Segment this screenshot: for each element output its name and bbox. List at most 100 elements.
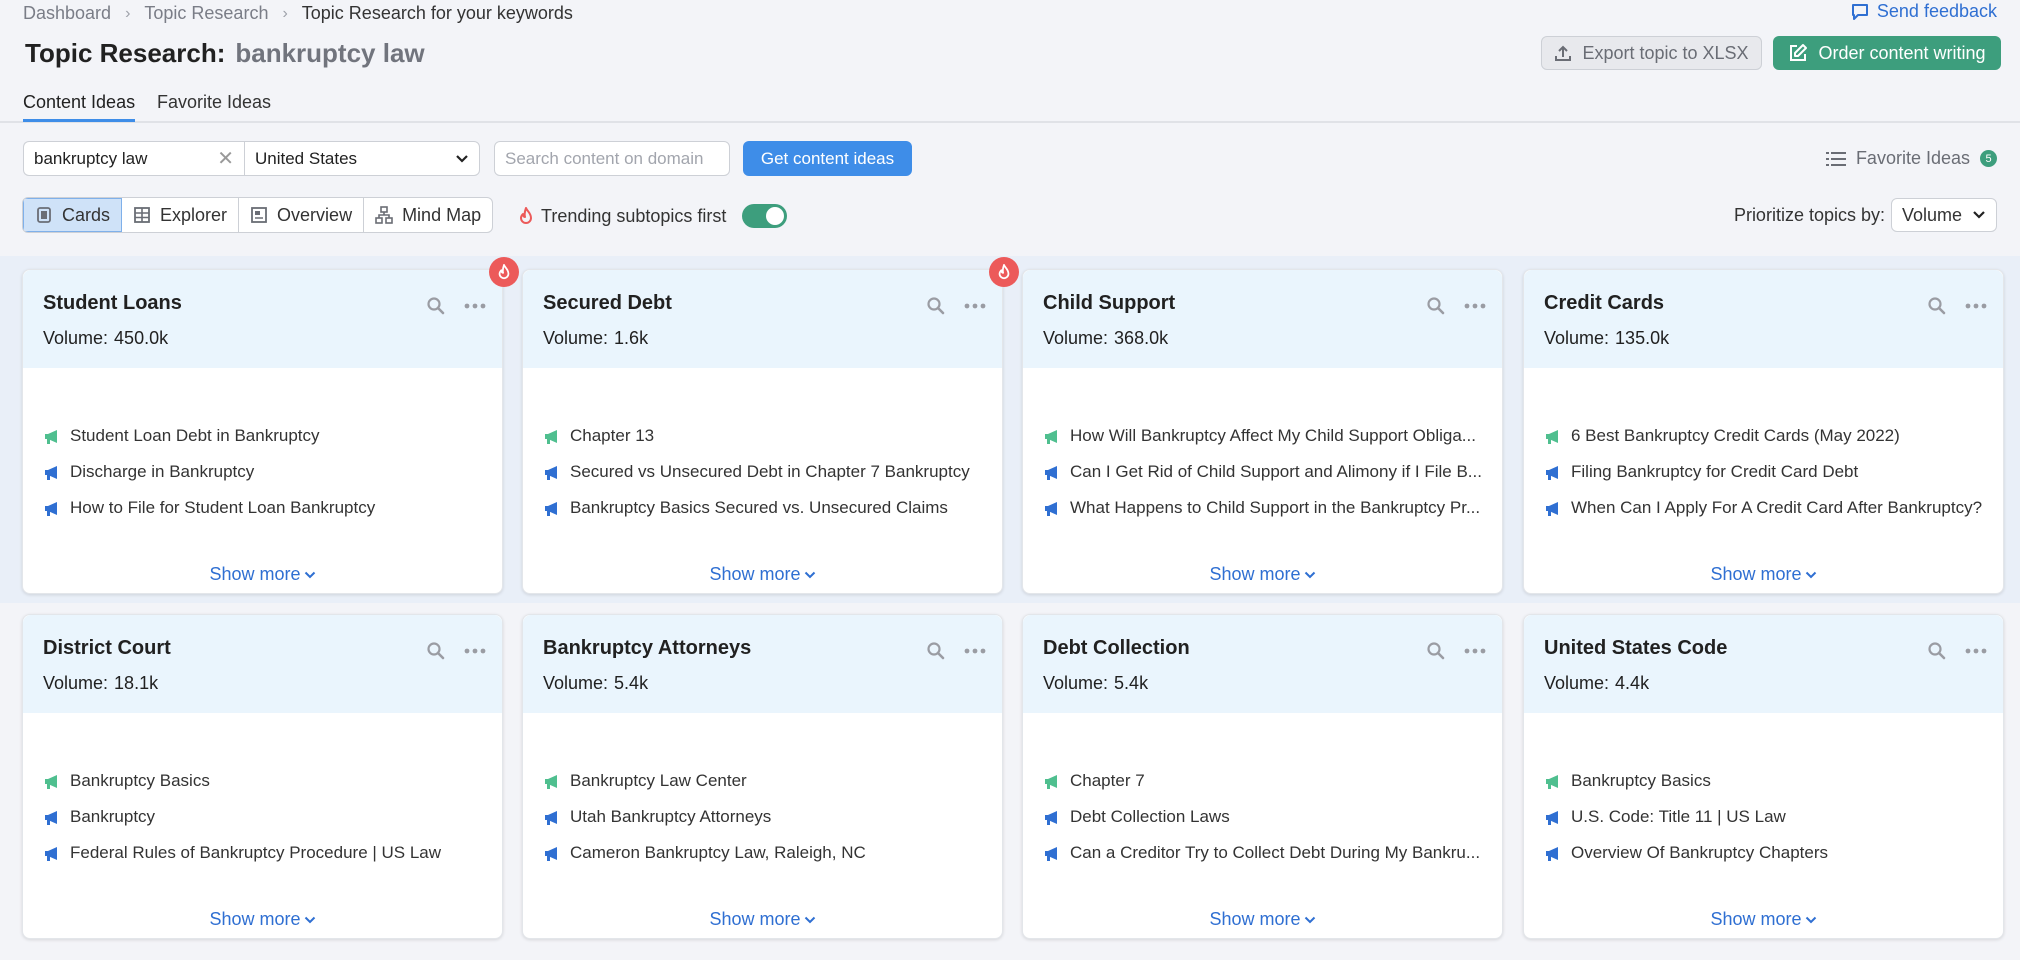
more-options-icon[interactable] [1464,648,1486,654]
page-title-prefix: Topic Research: [25,38,226,68]
show-more-button[interactable]: Show more [23,909,502,930]
idea-item[interactable]: How Will Bankruptcy Affect My Child Supp… [1043,418,1482,454]
show-more-button[interactable]: Show more [1023,564,1502,585]
view-mind-map-label: Mind Map [402,204,482,225]
card-title: Bankruptcy Attorneys [543,637,752,659]
chevron-down-icon [1304,571,1315,578]
overview-icon [251,207,267,223]
chevron-down-icon [1805,571,1816,578]
tab-favorite-ideas[interactable]: Favorite Ideas [157,92,271,119]
card-header: Secured Debt Volume: 1.6k [523,257,1019,368]
more-options-icon[interactable] [1464,303,1486,309]
show-more-button[interactable]: Show more [1524,909,2003,930]
idea-title: Student Loan Debt in Bankruptcy [70,426,320,445]
send-feedback-label: Send feedback [1876,1,1997,21]
megaphone-blue-icon [45,810,57,825]
idea-title: What Happens to Child Support in the Ban… [1070,498,1481,517]
trending-subtopics-control: Trending subtopics first [517,204,788,228]
megaphone-blue-icon [1045,810,1057,825]
idea-item[interactable]: U.S. Code: Title 11 | US Law [1544,799,1983,835]
idea-item[interactable]: Filing Bankruptcy for Credit Card Debt [1544,454,1983,490]
idea-item[interactable]: Overview Of Bankruptcy Chapters [1544,835,1983,871]
idea-item[interactable]: Utah Bankruptcy Attorneys [543,799,982,835]
more-options-icon[interactable] [464,648,486,654]
view-overview-button[interactable]: Overview [239,198,365,232]
idea-title: Chapter 13 [570,426,655,445]
view-cards-button[interactable]: Cards [23,198,123,232]
idea-item[interactable]: Discharge in Bankruptcy [43,454,482,490]
more-options-icon[interactable] [964,303,986,309]
search-icon[interactable] [1927,296,1947,316]
idea-item[interactable]: Debt Collection Laws [1043,799,1482,835]
show-more-button[interactable]: Show more [1524,564,2003,585]
idea-title: Bankruptcy Law Center [570,771,747,790]
card-header: District Court Volume: 18.1k [23,615,502,713]
idea-item[interactable]: Student Loan Debt in Bankruptcy [43,418,482,454]
search-icon[interactable] [1426,296,1446,316]
search-icon[interactable] [926,296,946,316]
card-header: Debt Collection Volume: 5.4k [1023,615,1502,713]
idea-item[interactable]: Secured vs Unsecured Debt in Chapter 7 B… [543,454,982,490]
search-icon[interactable] [426,296,446,316]
idea-item[interactable]: How to File for Student Loan Bankruptcy [43,490,482,526]
more-options-icon[interactable] [964,648,986,654]
database-select[interactable]: United States [244,141,480,176]
order-content-writing-button[interactable]: Order content writing [1773,36,2001,70]
upload-icon [1555,45,1572,61]
idea-title: Bankruptcy Basics [1571,771,1711,790]
breadcrumb-topic-research[interactable]: Topic Research [144,3,268,24]
trending-toggle[interactable] [742,204,788,228]
megaphone-blue-icon [45,501,57,516]
export-xlsx-button[interactable]: Export topic to XLSX [1541,36,1762,70]
show-more-button[interactable]: Show more [523,564,1002,585]
fire-icon [520,207,532,224]
volume-label: Volume: [43,328,109,348]
topic-card: Student Loans Volume: 450.0k Student Loan… [22,257,519,594]
megaphone-green-icon [1546,774,1558,789]
send-feedback-link[interactable]: Send feedback [1851,1,1997,22]
mind-map-icon [375,206,393,224]
card-title: District Court [43,637,171,659]
show-more-button[interactable]: Show more [1023,909,1502,930]
chevron-down-icon [804,916,815,923]
search-icon[interactable] [1927,641,1947,661]
idea-item[interactable]: When Can I Apply For A Credit Card After… [1544,490,1983,526]
search-icon[interactable] [926,641,946,661]
breadcrumb-dashboard[interactable]: Dashboard [23,3,111,24]
prioritize-value: Volume [1902,204,1963,225]
show-more-button[interactable]: Show more [523,909,1002,930]
idea-item[interactable]: Federal Rules of Bankruptcy Procedure | … [43,835,482,871]
favorite-ideas-button[interactable]: Favorite Ideas 5 [1825,148,1997,169]
megaphone-blue-icon [1045,846,1057,861]
tab-bar: Content Ideas Favorite Ideas [0,88,2020,123]
more-options-icon[interactable] [1965,303,1987,309]
idea-item[interactable]: Bankruptcy Basics [1544,763,1983,799]
search-icon[interactable] [1426,641,1446,661]
domain-search-input[interactable] [494,141,730,176]
view-mind-map-button[interactable]: Mind Map [364,198,492,232]
clear-icon[interactable]: ✕ [217,146,234,171]
idea-item[interactable]: Bankruptcy Basics [43,763,482,799]
keyword-input[interactable]: bankruptcy law ✕ [23,141,244,176]
idea-item[interactable]: Bankruptcy Law Center [543,763,982,799]
card-actions [926,296,986,316]
search-icon[interactable] [426,641,446,661]
idea-item[interactable]: What Happens to Child Support in the Ban… [1043,490,1482,526]
get-content-ideas-button[interactable]: Get content ideas [743,141,912,176]
more-options-icon[interactable] [464,303,486,309]
idea-item[interactable]: Can I Get Rid of Child Support and Alimo… [1043,454,1482,490]
prioritize-select[interactable]: Volume [1891,198,1997,232]
order-content-writing-label: Order content writing [1818,42,1986,63]
more-options-icon[interactable] [1965,648,1987,654]
show-more-button[interactable]: Show more [23,564,502,585]
idea-item[interactable]: Bankruptcy Basics Secured vs. Unsecured … [543,490,982,526]
tab-content-ideas[interactable]: Content Ideas [23,92,136,122]
idea-item[interactable]: Can a Creditor Try to Collect Debt Durin… [1043,835,1482,871]
idea-item[interactable]: Chapter 13 [543,418,982,454]
idea-item[interactable]: Chapter 7 [1043,763,1482,799]
idea-title: Can a Creditor Try to Collect Debt Durin… [1070,843,1481,862]
idea-item[interactable]: Bankruptcy [43,799,482,835]
idea-item[interactable]: Cameron Bankruptcy Law, Raleigh, NC [543,835,982,871]
view-explorer-button[interactable]: Explorer [122,198,240,232]
idea-item[interactable]: 6 Best Bankruptcy Credit Cards (May 2022… [1544,418,1983,454]
